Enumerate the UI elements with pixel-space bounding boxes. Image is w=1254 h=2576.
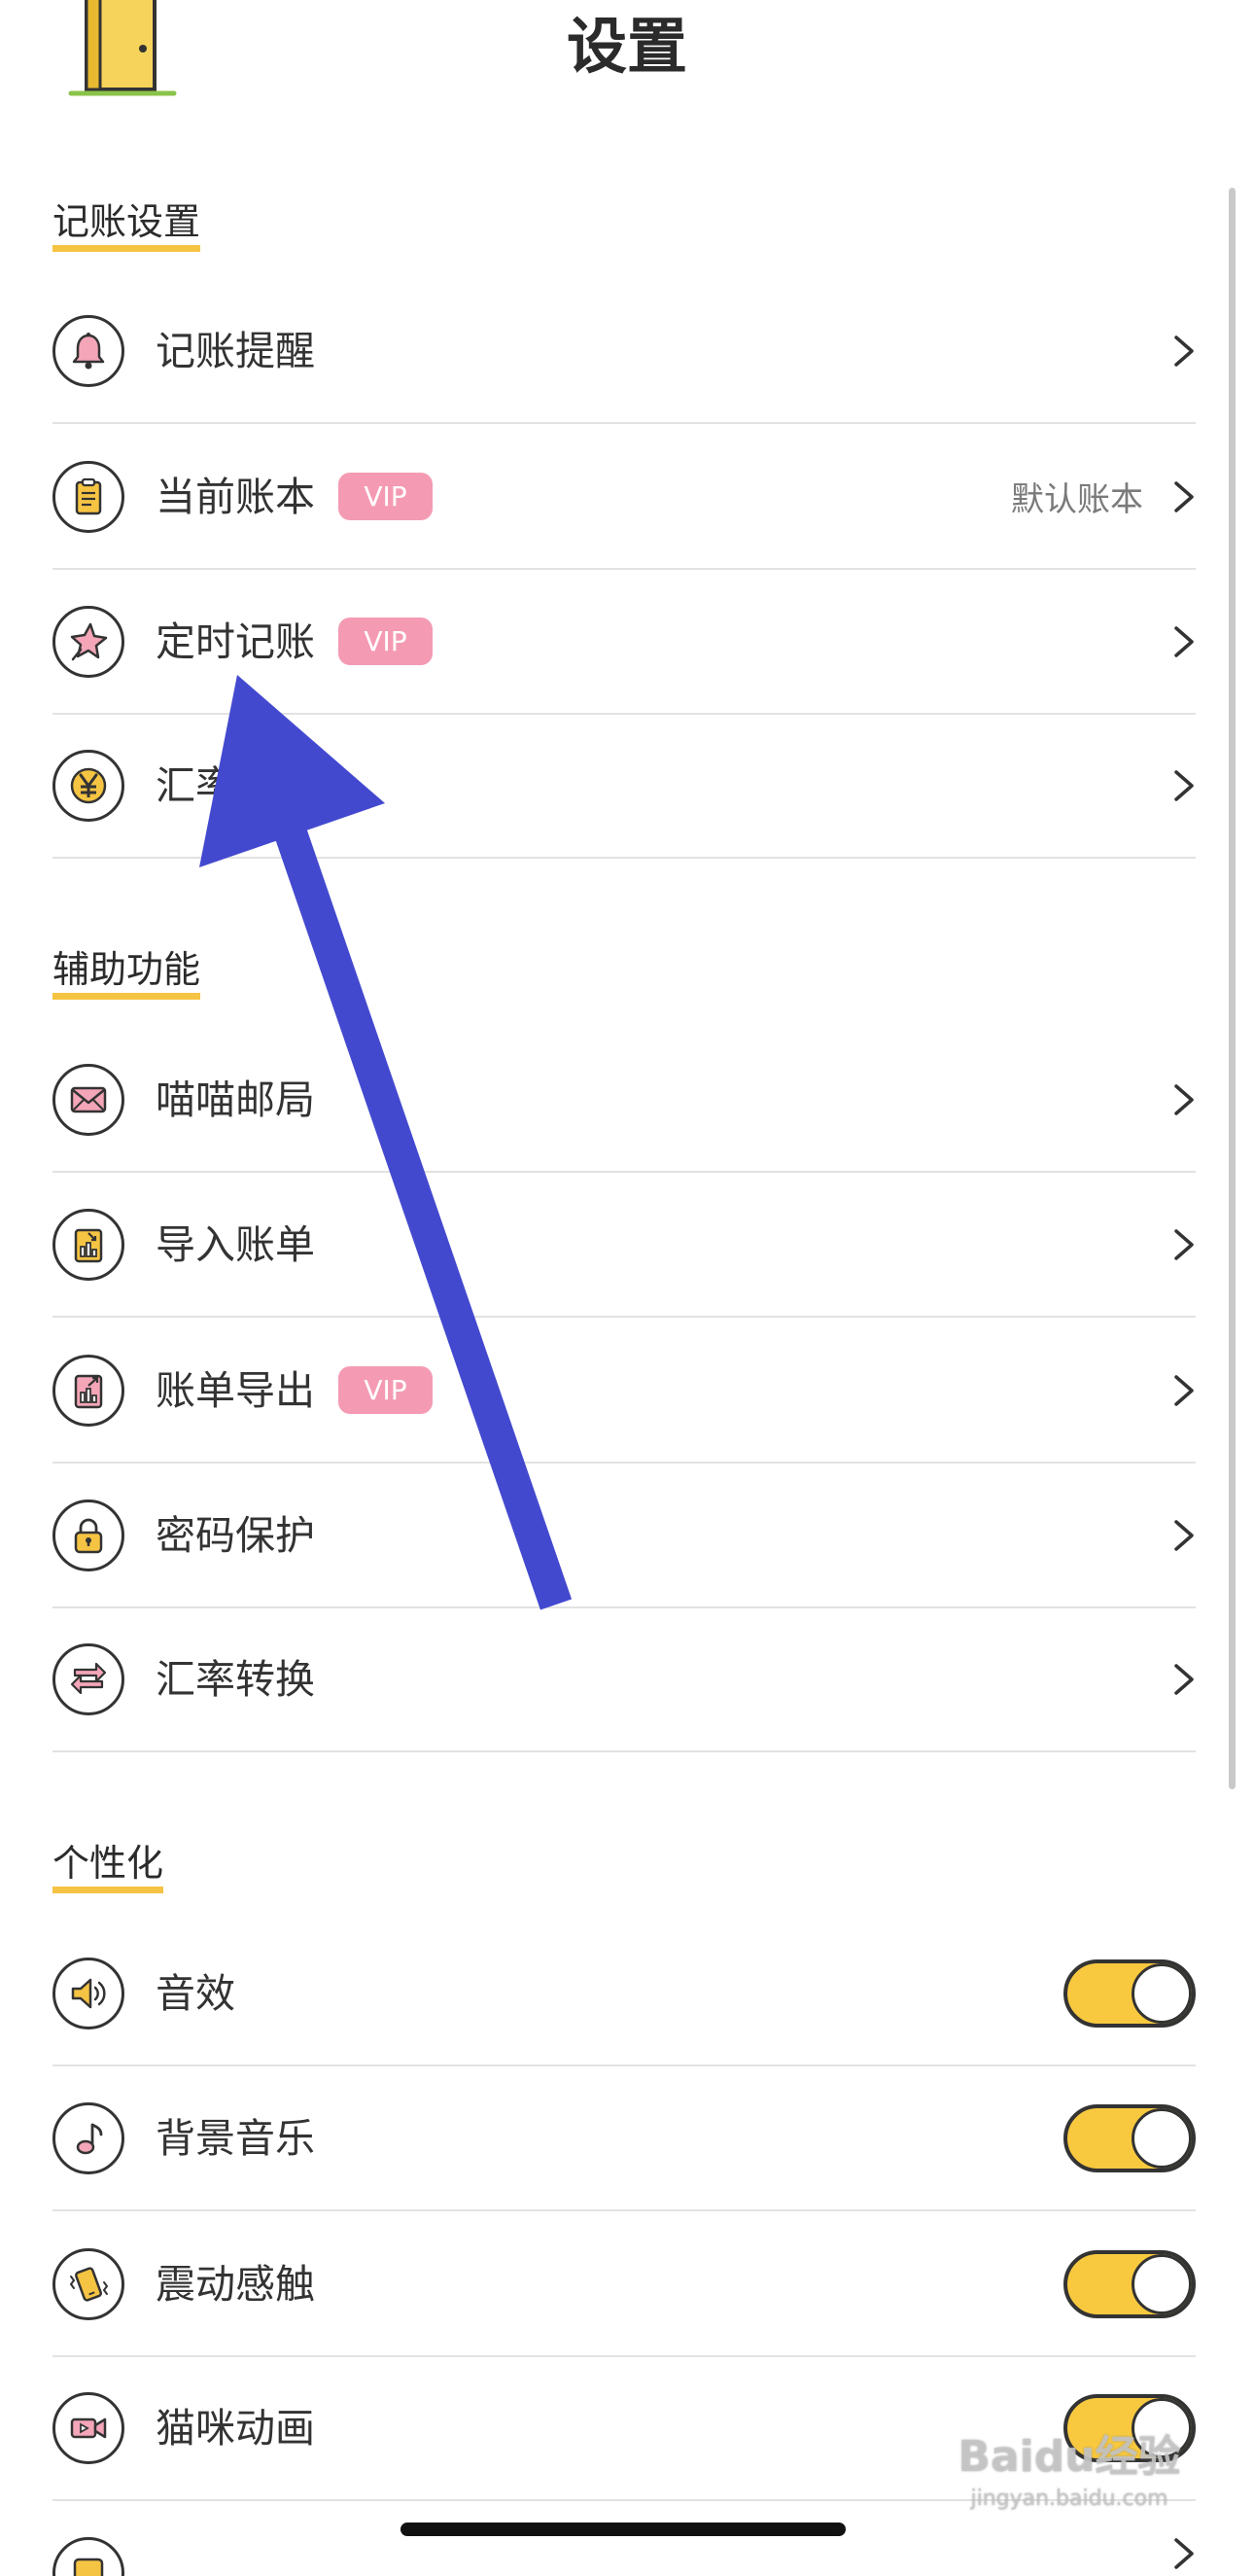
row-label: 导入账单 bbox=[156, 1220, 315, 1268]
row-label: 汇率 bbox=[156, 761, 235, 809]
section-title-bookkeeping: 记账设置 bbox=[52, 200, 201, 252]
export-chart-icon bbox=[52, 1354, 124, 1427]
row-label: 猫咪动画 bbox=[156, 2404, 315, 2452]
row-password-protection[interactable]: 密码保护 bbox=[52, 1464, 1196, 1608]
row-label: 密码保护 bbox=[156, 1511, 315, 1559]
row-label: 背景音乐 bbox=[156, 2114, 315, 2162]
chevron-right-icon bbox=[1172, 1082, 1196, 1117]
watermark-brand: Baidu经验 bbox=[958, 2432, 1181, 2482]
row-background-music: 背景音乐 bbox=[52, 2066, 1196, 2211]
current-ledger-value: 默认账本 bbox=[1011, 480, 1143, 519]
row-label: 震动感触 bbox=[156, 2260, 315, 2308]
import-chart-icon bbox=[52, 1208, 124, 1281]
row-exchange-rate[interactable]: 汇率 bbox=[52, 714, 1196, 859]
vip-badge: VIP bbox=[338, 473, 433, 520]
toggle-knob bbox=[1132, 1962, 1192, 2024]
widget-icon bbox=[52, 2537, 124, 2576]
chevron-right-icon bbox=[1172, 624, 1196, 659]
chevron-right-icon bbox=[1172, 1227, 1196, 1262]
row-haptic-feedback: 震动感触 bbox=[52, 2212, 1196, 2357]
yen-icon bbox=[52, 749, 124, 822]
toggle-knob bbox=[1132, 2107, 1192, 2169]
pin-icon bbox=[52, 605, 124, 678]
row-meow-post[interactable]: 喵喵邮局 bbox=[52, 1028, 1196, 1173]
envelope-icon bbox=[52, 1063, 124, 1136]
chevron-right-icon bbox=[1172, 1518, 1196, 1553]
row-label: 音效 bbox=[156, 1969, 235, 2017]
scrollbar[interactable] bbox=[1229, 188, 1236, 1789]
row-current-ledger[interactable]: 当前账本 VIP 默认账本 bbox=[52, 425, 1196, 570]
haptic-feedback-toggle[interactable] bbox=[1063, 2249, 1196, 2318]
chevron-right-icon bbox=[1172, 479, 1196, 514]
row-label: 汇率转换 bbox=[156, 1655, 315, 1703]
speaker-icon bbox=[52, 1957, 124, 2029]
chevron-right-icon bbox=[1172, 1662, 1196, 1697]
section-title-personalization: 个性化 bbox=[52, 1842, 164, 1893]
row-label: 定时记账 bbox=[156, 618, 315, 665]
chevron-right-icon bbox=[1172, 1373, 1196, 1408]
watermark-url: jingyan.baidu.com bbox=[970, 2487, 1168, 2511]
page-title: 设置 bbox=[566, 11, 687, 82]
watermark: Baidu经验 jingyan.baidu.com bbox=[958, 2429, 1181, 2536]
chevron-right-icon bbox=[1172, 334, 1196, 369]
home-indicator[interactable] bbox=[401, 2523, 846, 2536]
row-label: 记账提醒 bbox=[156, 327, 315, 374]
phone-vibrate-icon bbox=[52, 2247, 124, 2320]
row-currency-conversion[interactable]: 汇率转换 bbox=[52, 1607, 1196, 1752]
background-music-toggle[interactable] bbox=[1063, 2103, 1196, 2172]
row-bookkeeping-reminder[interactable]: 记账提醒 bbox=[52, 279, 1196, 424]
row-label: 当前账本 bbox=[156, 473, 315, 520]
toggle-knob bbox=[1132, 2253, 1192, 2314]
sound-effects-toggle[interactable] bbox=[1063, 1958, 1196, 2028]
music-note-icon bbox=[52, 2101, 124, 2174]
exchange-arrows-icon bbox=[52, 1642, 124, 1715]
row-scheduled-bookkeeping[interactable]: 定时记账 VIP bbox=[52, 570, 1196, 715]
clipboard-icon bbox=[52, 460, 124, 533]
video-camera-icon bbox=[52, 2391, 124, 2464]
section-title-assist: 辅助功能 bbox=[52, 948, 201, 1000]
row-sound-effects: 音效 bbox=[52, 1922, 1196, 2066]
row-export-bills[interactable]: 账单导出 VIP bbox=[52, 1319, 1196, 1464]
vip-badge: VIP bbox=[338, 1366, 433, 1414]
lock-icon bbox=[52, 1499, 124, 1571]
row-label: 账单导出 bbox=[156, 1366, 315, 1414]
chevron-right-icon bbox=[1172, 768, 1196, 803]
row-label: 喵喵邮局 bbox=[156, 1076, 315, 1123]
vip-badge: VIP bbox=[338, 618, 433, 665]
chevron-right-icon bbox=[1172, 2536, 1196, 2571]
row-import-bills[interactable]: 导入账单 bbox=[52, 1173, 1196, 1318]
bell-icon bbox=[52, 314, 124, 387]
